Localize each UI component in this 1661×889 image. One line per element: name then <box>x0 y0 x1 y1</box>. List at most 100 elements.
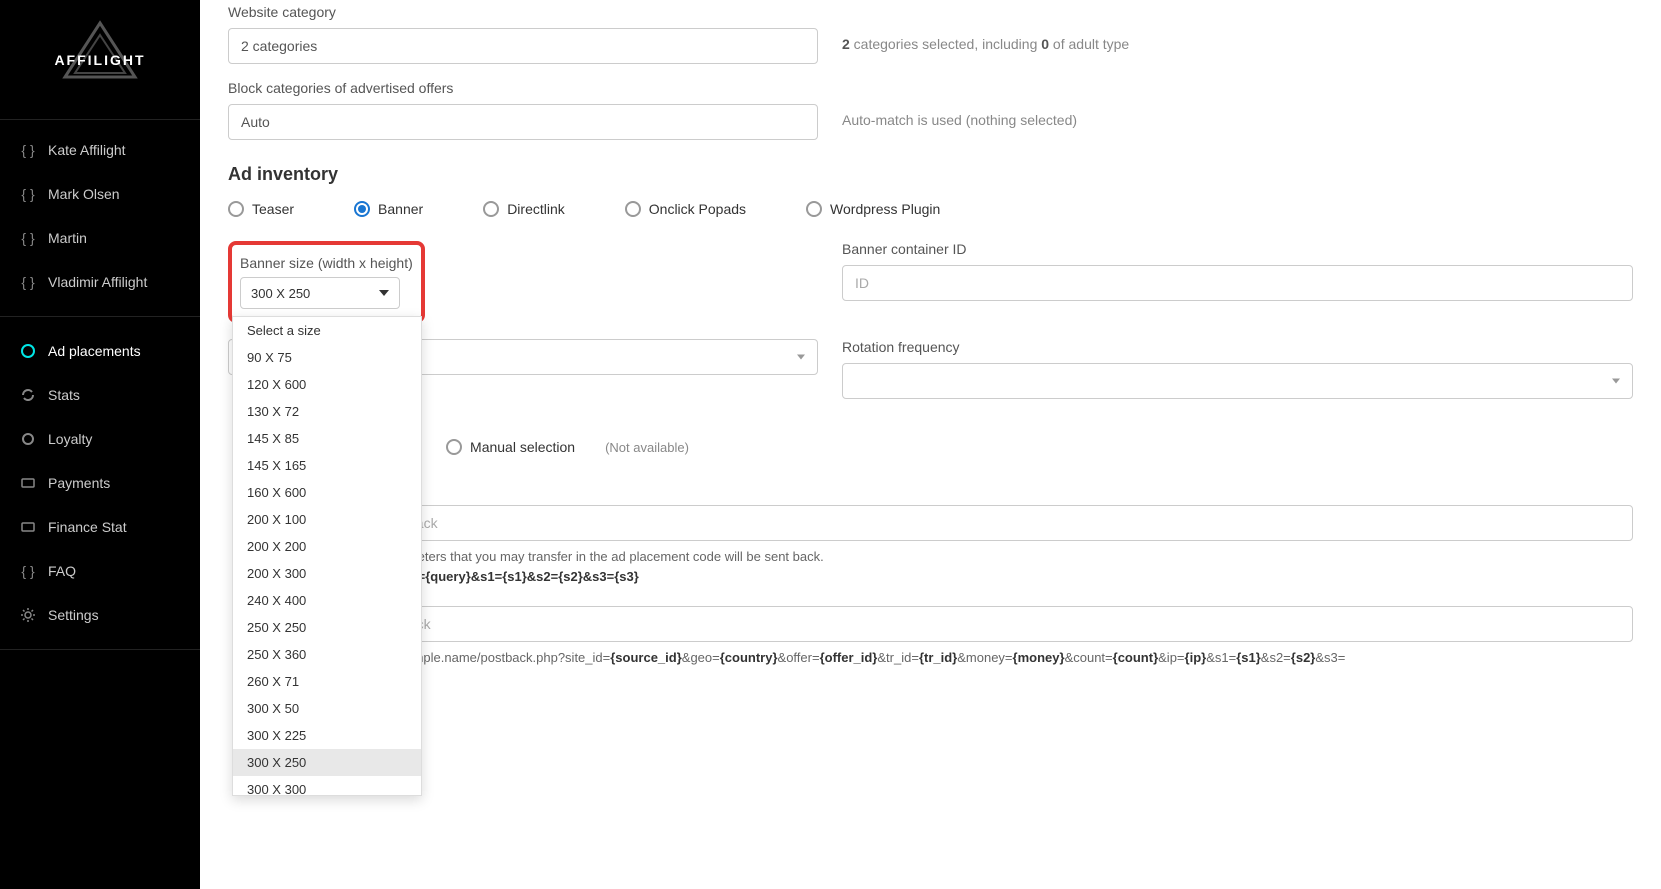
dropdown-item[interactable]: 90 X 75 <box>233 344 421 371</box>
sidebar-item-label: Stats <box>48 387 80 403</box>
logo: AFFILIGHT <box>0 0 200 120</box>
sidebar-item-label: FAQ <box>48 563 76 579</box>
postback-2-help: .example.name/postback.php?site_id={sour… <box>388 648 1633 668</box>
dropdown-item[interactable]: 160 X 600 <box>233 479 421 506</box>
radio-label: Manual selection <box>470 439 575 455</box>
dropdown-item[interactable]: 240 X 400 <box>233 587 421 614</box>
dropdown-item[interactable]: 120 X 600 <box>233 371 421 398</box>
block-categories-input[interactable] <box>228 104 818 140</box>
radio-directlink[interactable]: Directlink <box>483 201 565 217</box>
sidebar-user-vladimir[interactable]: { } Vladimir Affilight <box>0 260 200 304</box>
sidebar-item-ad-placements[interactable]: Ad placements <box>0 329 200 373</box>
sidebar-item-label: Finance Stat <box>48 519 127 535</box>
card-icon <box>20 475 36 491</box>
divider <box>0 649 200 650</box>
postback-1-input[interactable] <box>388 505 1633 541</box>
radio-circle-icon <box>625 201 641 217</box>
dropdown-item[interactable]: 200 X 200 <box>233 533 421 560</box>
radio-label: Onclick Popads <box>649 201 746 217</box>
dropdown-item[interactable]: 250 X 250 <box>233 614 421 641</box>
rotation-frequency-select[interactable] <box>842 363 1633 399</box>
sidebar-item-label: Loyalty <box>48 431 92 447</box>
postback-2-input[interactable] <box>388 606 1633 642</box>
rotation-frequency-label: Rotation frequency <box>842 339 1633 355</box>
dropdown-item[interactable]: 300 X 225 <box>233 722 421 749</box>
radio-banner[interactable]: Banner <box>354 201 423 217</box>
sidebar-nav: Ad placements Stats Loyalty Payments Fin… <box>0 321 200 645</box>
sidebar-item-loyalty[interactable]: Loyalty <box>0 417 200 461</box>
website-category-side: 2 categories selected, including 0 of ad… <box>842 28 1129 52</box>
banner-size-dropdown: Select a size90 X 75120 X 600130 X 72145… <box>232 316 422 796</box>
dropdown-item[interactable]: 145 X 85 <box>233 425 421 452</box>
divider <box>0 316 200 317</box>
sidebar-item-settings[interactable]: Settings <box>0 593 200 637</box>
sidebar-user-kate[interactable]: { } Kate Affilight <box>0 128 200 172</box>
dropdown-item[interactable]: 200 X 300 <box>233 560 421 587</box>
dropdown-item[interactable]: 145 X 165 <box>233 452 421 479</box>
banner-size-highlight: Banner size (width x height) 300 X 250 <box>228 241 425 323</box>
card-icon <box>20 519 36 535</box>
sidebar-user-label: Kate Affilight <box>48 142 126 158</box>
affilight-logo-icon: AFFILIGHT <box>40 15 160 105</box>
radio-wordpress-plugin[interactable]: Wordpress Plugin <box>806 201 940 217</box>
ad-inventory-options: Teaser Banner Directlink Onclick Popads … <box>228 201 1633 217</box>
circle-icon <box>20 343 36 359</box>
radio-label: Directlink <box>507 201 565 217</box>
radio-label: Wordpress Plugin <box>830 201 940 217</box>
sidebar-user-label: Martin <box>48 230 87 246</box>
sidebar-user-mark[interactable]: { } Mark Olsen <box>0 172 200 216</box>
dropdown-item[interactable]: 300 X 250 <box>233 749 421 776</box>
radio-circle-icon <box>354 201 370 217</box>
radio-circle-icon <box>806 201 822 217</box>
braces-icon: { } <box>20 186 36 202</box>
radio-onclick-popads[interactable]: Onclick Popads <box>625 201 746 217</box>
radio-manual-selection[interactable]: Manual selection <box>446 439 575 455</box>
banner-size-label: Banner size (width x height) <box>240 255 413 271</box>
dropdown-item[interactable]: 250 X 360 <box>233 641 421 668</box>
braces-icon: { } <box>20 142 36 158</box>
main-content: Website category 2 categories selected, … <box>200 0 1661 889</box>
braces-icon: { } <box>20 274 36 290</box>
sidebar-item-stats[interactable]: Stats <box>0 373 200 417</box>
braces-icon: { } <box>20 230 36 246</box>
radio-circle-icon <box>483 201 499 217</box>
radio-circle-icon <box>228 201 244 217</box>
gear-icon <box>20 607 36 623</box>
sidebar-item-faq[interactable]: { } FAQ <box>0 549 200 593</box>
braces-icon: { } <box>20 563 36 579</box>
postback-1-help: arameters that you may transfer in the a… <box>388 547 1633 586</box>
not-available-text: (Not available) <box>605 440 689 455</box>
banner-container-input[interactable] <box>842 265 1633 301</box>
sidebar: AFFILIGHT { } Kate Affilight { } Mark Ol… <box>0 0 200 889</box>
sidebar-user-label: Mark Olsen <box>48 186 120 202</box>
block-categories-side: Auto-match is used (nothing selected) <box>842 104 1077 128</box>
sidebar-item-label: Settings <box>48 607 99 623</box>
sidebar-users: { } Kate Affilight { } Mark Olsen { } Ma… <box>0 120 200 312</box>
refresh-icon <box>20 387 36 403</box>
sidebar-user-label: Vladimir Affilight <box>48 274 147 290</box>
sidebar-item-finance-stat[interactable]: Finance Stat <box>0 505 200 549</box>
sidebar-user-martin[interactable]: { } Martin <box>0 216 200 260</box>
radio-circle-icon <box>446 439 462 455</box>
website-category-input[interactable] <box>228 28 818 64</box>
svg-text:AFFILIGHT: AFFILIGHT <box>54 52 145 68</box>
dropdown-item[interactable]: Select a size <box>233 317 421 344</box>
dropdown-item[interactable]: 300 X 50 <box>233 695 421 722</box>
banner-container-label: Banner container ID <box>842 241 1633 257</box>
website-category-label: Website category <box>228 4 1633 20</box>
sidebar-item-label: Ad placements <box>48 343 141 359</box>
dropdown-item[interactable]: 200 X 100 <box>233 506 421 533</box>
circle-outline-icon <box>20 431 36 447</box>
sidebar-item-label: Payments <box>48 475 110 491</box>
dropdown-item[interactable]: 130 X 72 <box>233 398 421 425</box>
banner-size-value: 300 X 250 <box>251 286 310 301</box>
banner-size-select[interactable]: 300 X 250 <box>240 277 400 309</box>
radio-teaser[interactable]: Teaser <box>228 201 294 217</box>
chevron-down-icon <box>379 290 389 296</box>
dropdown-item[interactable]: 300 X 300 <box>233 776 421 803</box>
radio-label: Banner <box>378 201 423 217</box>
ad-inventory-title: Ad inventory <box>228 164 1633 185</box>
block-categories-label: Block categories of advertised offers <box>228 80 1633 96</box>
sidebar-item-payments[interactable]: Payments <box>0 461 200 505</box>
dropdown-item[interactable]: 260 X 71 <box>233 668 421 695</box>
